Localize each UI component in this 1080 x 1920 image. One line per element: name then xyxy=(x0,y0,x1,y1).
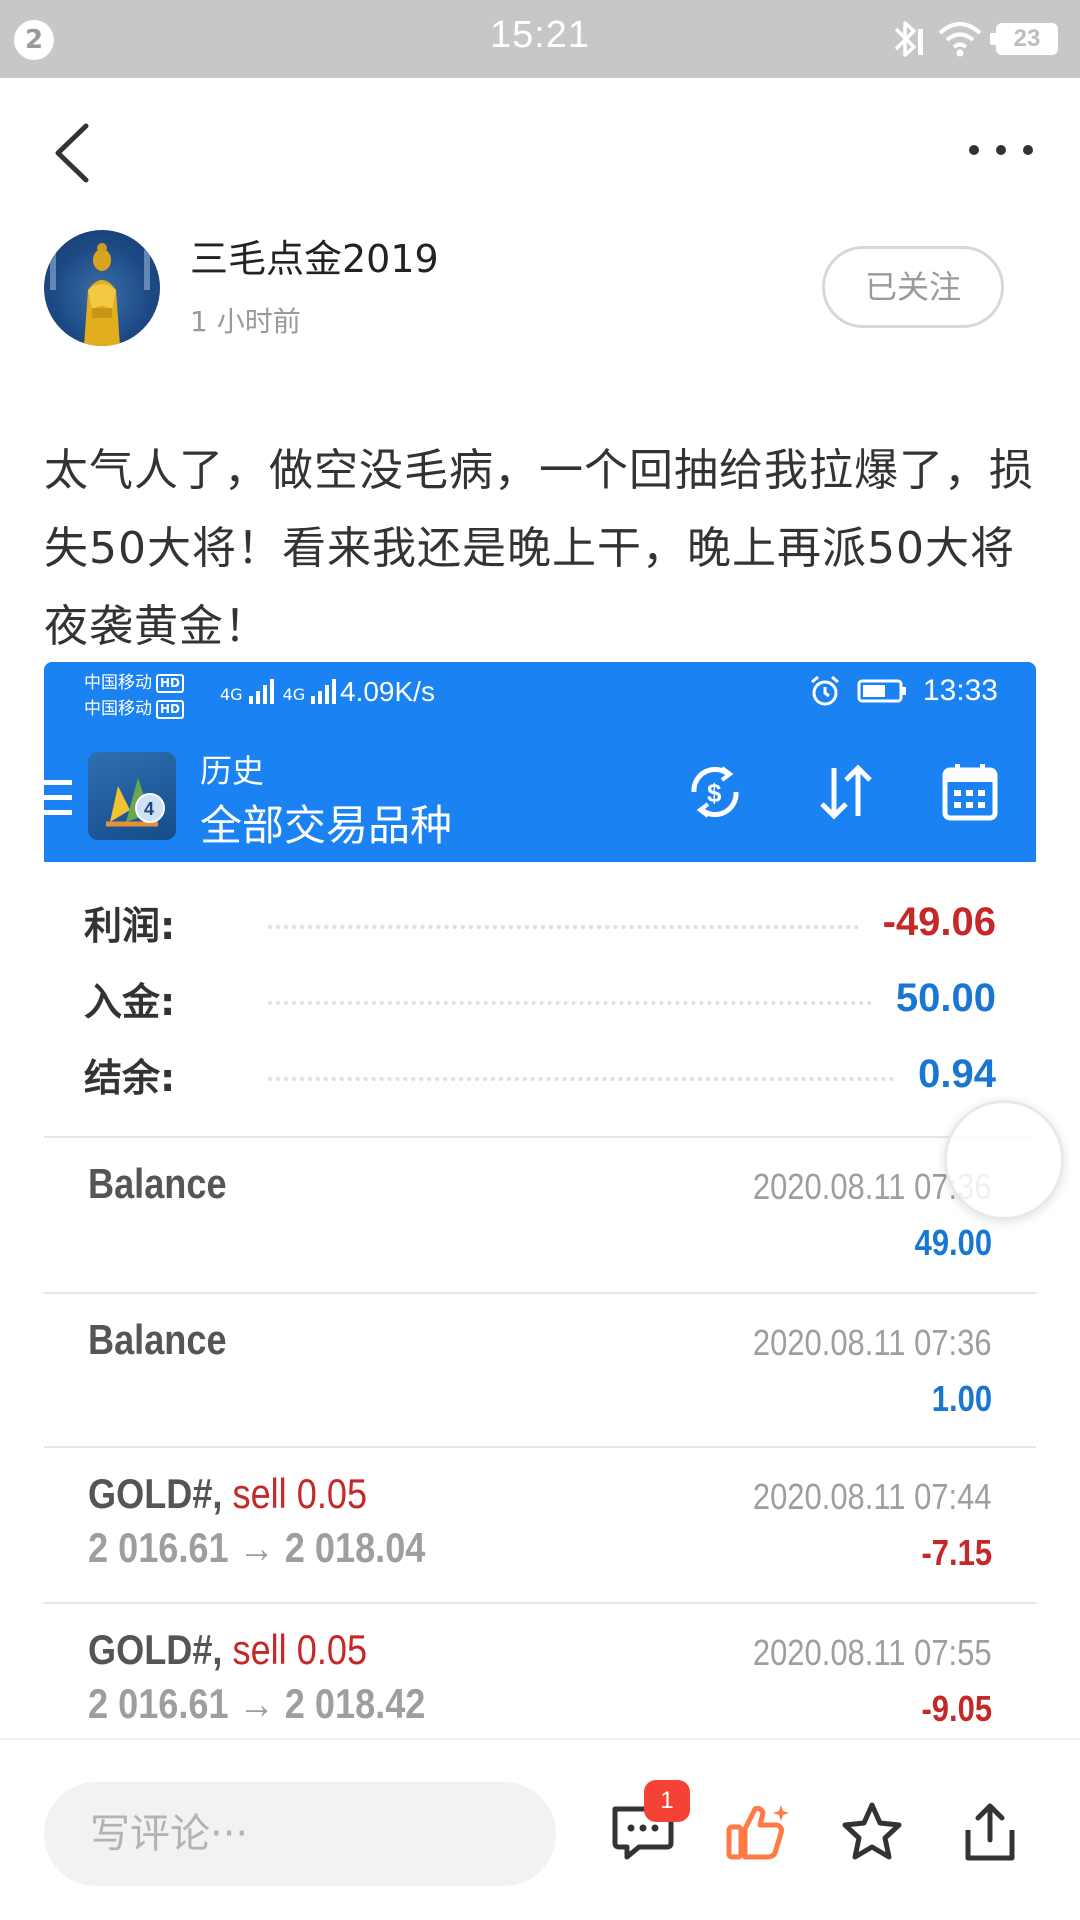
carrier-name: 中国移动 xyxy=(84,673,152,693)
shot-subtitle: 全部交易品种 xyxy=(200,801,453,850)
follow-button[interactable]: 已关注 xyxy=(822,246,1004,328)
bluetooth-icon xyxy=(894,21,923,57)
summary-row-profit: 利润: -49.06 xyxy=(84,892,996,952)
deal-amount: -7.15 xyxy=(921,1532,992,1573)
more-horizontal-icon xyxy=(969,145,1033,155)
deal-symbol: Balance xyxy=(88,1160,227,1208)
comments-button[interactable]: 1 xyxy=(602,1780,690,1872)
signal-icon xyxy=(248,679,274,704)
deal-prices: 2 016.61 → 2 018.04 xyxy=(88,1524,426,1571)
comment-input[interactable] xyxy=(44,1782,556,1886)
status-icons: 23 xyxy=(890,16,1058,62)
star-icon xyxy=(842,1802,902,1860)
share-icon xyxy=(965,1803,1015,1861)
deal-name-text: GOLD#, xyxy=(88,1626,233,1673)
deal-prices: 2 016.61 → 2 018.42 xyxy=(88,1680,426,1727)
post-image[interactable]: 中国移动 HD 中国移动 HD 4G 4G 4.09K/s 13:33 4 历史… xyxy=(44,662,1036,1738)
deal-row: GOLD#, sell 0.05 2 016.61 → 2 018.04 202… xyxy=(44,1448,1036,1602)
deal-row: Balance 2020.08.11 07:36 49.00 xyxy=(44,1138,1036,1292)
battery-icon: 23 xyxy=(990,23,1058,55)
summary-label: 入金: xyxy=(84,979,176,1024)
shot-title: 历史 xyxy=(200,752,265,790)
like-button[interactable] xyxy=(718,1792,798,1872)
sort-icon xyxy=(820,764,872,820)
hd-badge: HD xyxy=(156,673,185,693)
battery-icon xyxy=(857,679,906,703)
dotted-leader xyxy=(268,1077,895,1081)
shot-status-right: 13:33 xyxy=(809,674,998,708)
deal-amount: -9.05 xyxy=(921,1688,992,1729)
carrier-name: 中国移动 xyxy=(84,699,152,719)
post-text: 太气人了，做空没毛病，一个回抽给我拉爆了，损失50大将！看来我还是晚上干，晚上再… xyxy=(44,445,1034,652)
signal-indicators: 4G 4G xyxy=(220,678,339,704)
chevron-left-icon xyxy=(55,123,89,183)
hamburger-menu-icon xyxy=(44,780,72,815)
calendar-icon xyxy=(942,764,998,821)
deal-name-text: GOLD#, xyxy=(88,1470,233,1517)
mt4-logo-icon: 4 xyxy=(106,778,165,827)
signal-icon xyxy=(311,679,337,704)
deal-name-text: Balance xyxy=(88,1316,227,1363)
like-icon xyxy=(726,1805,789,1860)
floating-assistive-button[interactable] xyxy=(944,1100,1064,1220)
back-button[interactable] xyxy=(48,118,98,188)
author-name[interactable]: 三毛点金2019 xyxy=(190,228,439,283)
deal-symbol: GOLD#, sell 0.05 xyxy=(88,1626,367,1674)
carrier-info: 中国移动 HD 中国移动 HD xyxy=(84,670,185,722)
post-time: 1 小时前 xyxy=(190,305,301,338)
share-button[interactable] xyxy=(950,1792,1030,1872)
mt4-logo: 4 xyxy=(88,752,176,840)
svg-text:$: $ xyxy=(707,778,722,808)
summary-value: 50.00 xyxy=(895,975,996,1020)
deal-amount: 49.00 xyxy=(914,1222,992,1263)
shot-toolbar: $ xyxy=(680,762,998,822)
status-bar: 2 15:21 23 xyxy=(0,0,1080,78)
summary-row-deposit: 入金: 50.00 xyxy=(84,968,996,1028)
deal-symbol: GOLD#, sell 0.05 xyxy=(88,1470,367,1518)
deal-amount: 1.00 xyxy=(931,1378,992,1419)
wifi-icon xyxy=(938,22,982,57)
dotted-leader xyxy=(268,1001,872,1005)
deal-name-text: Balance xyxy=(88,1160,227,1207)
bottom-bar: 1 xyxy=(0,1738,1080,1920)
summary-row-balance: 结余: 0.94 xyxy=(84,1044,996,1104)
mt4-header: 中国移动 HD 中国移动 HD 4G 4G 4.09K/s 13:33 4 历史… xyxy=(44,662,1036,862)
summary-label: 结余: xyxy=(84,1055,176,1100)
summary-label: 利润: xyxy=(84,903,176,948)
deal-row: Balance 2020.08.11 07:36 1.00 xyxy=(44,1294,1036,1448)
currency-exchange-icon: $ xyxy=(691,766,739,818)
avatar[interactable] xyxy=(44,230,160,346)
alarm-icon xyxy=(810,675,839,706)
network-type: 4G xyxy=(282,685,306,704)
network-speed: 4.09K/s xyxy=(340,676,435,707)
summary-value: 0.94 xyxy=(918,1051,996,1096)
deal-side: sell 0.05 xyxy=(232,1626,368,1673)
shot-time: 13:33 xyxy=(922,674,998,707)
deal-date: 2020.08.11 07:36 xyxy=(753,1322,992,1363)
comment-count-badge: 1 xyxy=(644,1780,690,1822)
favorite-button[interactable] xyxy=(832,1792,912,1872)
buddha-statue-image xyxy=(50,243,150,346)
svg-text:4: 4 xyxy=(144,799,154,819)
deal-side: sell 0.05 xyxy=(232,1470,368,1517)
deal-symbol: Balance xyxy=(88,1316,227,1364)
deal-row: GOLD#, sell 0.05 2 016.61 → 2 018.42 202… xyxy=(44,1604,1036,1738)
dotted-leader xyxy=(268,925,859,929)
network-type: 4G xyxy=(220,685,243,704)
hd-badge: HD xyxy=(156,699,185,719)
summary-value: -49.06 xyxy=(882,899,996,944)
more-button[interactable] xyxy=(966,130,1036,170)
deal-date: 2020.08.11 07:44 xyxy=(753,1476,992,1517)
deal-date: 2020.08.11 07:55 xyxy=(753,1632,992,1673)
